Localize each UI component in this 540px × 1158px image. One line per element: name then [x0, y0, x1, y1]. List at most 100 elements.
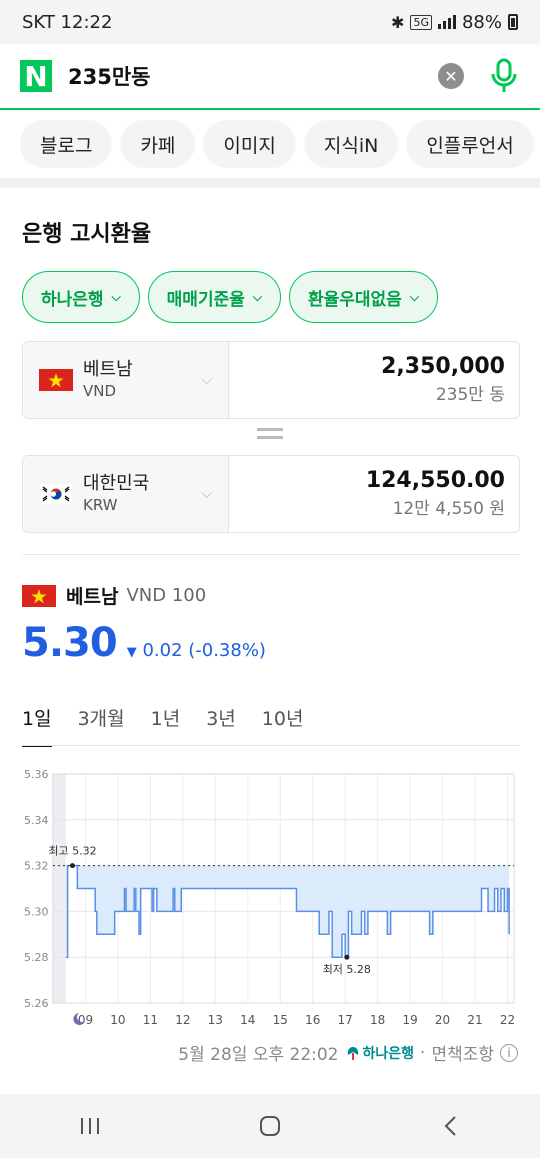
chart-low-label: 최저 5.28 — [323, 963, 371, 976]
home-icon[interactable] — [250, 1106, 290, 1146]
tab-3months[interactable]: 3개월 — [78, 700, 125, 747]
chart-high-point — [69, 863, 75, 869]
chart-y-tick: 5.34 — [24, 814, 49, 827]
chart-footer: 5월 28일 오후 22:02 하나은행 · 면책조항 i — [178, 1040, 518, 1065]
bank-select[interactable]: 하나은행 ⌵ — [22, 271, 140, 323]
rate-change: ▼ 0.02 (-0.38%) — [127, 640, 266, 661]
tab-kin[interactable]: 지식iN — [303, 120, 399, 168]
tab-image[interactable]: 이미지 — [203, 120, 296, 168]
filter-row: 하나은행 ⌵ 매매기준율 ⌵ 환율우대없음 ⌵ — [22, 271, 438, 323]
chevron-down-icon: ⌵ — [201, 372, 212, 388]
vietnam-flag-icon — [39, 369, 73, 391]
to-amount-field[interactable]: 124,550.00 12만 4,550 원 — [229, 456, 519, 532]
chart-y-tick: 5.30 — [24, 905, 49, 918]
from-amount: 2,350,000 — [381, 354, 505, 379]
chart-x-tick: 16 — [305, 1013, 320, 1027]
chart-x-tick: 10 — [110, 1013, 125, 1027]
chart-y-tick: 5.32 — [24, 860, 49, 873]
rate-header: 베트남 VND 100 — [22, 582, 206, 609]
section-divider — [0, 178, 540, 188]
hana-bank-logo: 하나은행 — [345, 1043, 415, 1063]
chart-x-tick: 17 — [338, 1013, 353, 1027]
chart-y-tick: 5.28 — [24, 951, 49, 964]
chart-x-tick: 19 — [402, 1013, 417, 1027]
rate-change-value: 0.02 (-0.38%) — [142, 640, 266, 661]
chart-y-tick: 5.36 — [24, 768, 49, 781]
back-icon[interactable] — [430, 1106, 470, 1146]
chevron-down-icon: ⌵ — [409, 289, 419, 304]
down-triangle-icon: ▼ — [126, 645, 137, 660]
chart-y-tick: 5.26 — [24, 997, 49, 1010]
chart-x-tick: 20 — [435, 1013, 450, 1027]
vietnam-flag-icon — [22, 584, 56, 607]
clear-icon[interactable]: ✕ — [438, 63, 464, 89]
rate-value: 5.30 — [22, 620, 118, 666]
naver-logo[interactable]: N — [20, 60, 52, 93]
tab-1year[interactable]: 1년 — [151, 700, 181, 747]
signal-icon — [437, 15, 456, 29]
tab-blog[interactable]: 블로그 — [20, 120, 113, 168]
bank-label: 하나은행 — [41, 289, 104, 310]
rate-type-select[interactable]: 매매기준율 ⌵ — [147, 271, 281, 323]
chart-high-label: 최고 5.32 — [48, 845, 96, 858]
tab-cafe[interactable]: 카페 — [120, 120, 196, 168]
separator: · — [420, 1042, 426, 1063]
discount-select[interactable]: 환율우대없음 ⌵ — [288, 271, 438, 323]
chevron-down-icon: ⌵ — [201, 486, 212, 502]
from-amount-field[interactable]: 2,350,000 235만 동 — [229, 342, 519, 418]
section-title: 은행 고시환율 — [22, 222, 152, 247]
chart-low-point — [344, 954, 350, 960]
recent-apps-icon[interactable] — [70, 1106, 110, 1146]
network-type: 5G — [410, 14, 432, 30]
chart-x-tick: 18 — [370, 1013, 385, 1027]
system-nav-bar — [0, 1094, 540, 1158]
chart-x-tick: 11 — [143, 1013, 158, 1027]
search-input[interactable]: 235만동 — [68, 61, 438, 91]
tab-1day[interactable]: 1일 — [22, 700, 52, 747]
from-amount-words: 235만 동 — [435, 385, 505, 405]
search-tabs: 블로그 카페 이미지 지식iN 인플루언서 — [0, 112, 540, 176]
from-currency-name: 베트남 — [83, 359, 133, 380]
chevron-down-icon: ⌵ — [252, 289, 262, 304]
rate-unit: VND 100 — [126, 585, 207, 606]
from-currency-select[interactable]: 베트남 VND ⌵ — [23, 342, 229, 418]
to-amount: 124,550.00 — [365, 468, 505, 493]
to-currency-row: 대한민국 KRW ⌵ 124,550.00 12만 4,550 원 — [22, 455, 520, 533]
chart-x-tick: 13 — [208, 1013, 223, 1027]
battery-icon — [508, 14, 518, 30]
chevron-down-icon: ⌵ — [111, 289, 121, 304]
bank-name: 하나은행 — [362, 1045, 415, 1062]
equals-icon — [257, 428, 283, 442]
disclaimer-link[interactable]: 면책조항 — [431, 1040, 494, 1065]
to-currency-name: 대한민국 — [83, 473, 150, 494]
tab-10years[interactable]: 10년 — [262, 700, 304, 747]
update-timestamp: 5월 28일 오후 22:02 — [178, 1045, 339, 1065]
battery-level: 88% — [461, 11, 502, 33]
to-currency-select[interactable]: 대한민국 KRW ⌵ — [23, 456, 229, 532]
status-icons: ✱ 5G 88% — [391, 12, 518, 33]
search-bar: N 235만동 ✕ — [0, 44, 540, 110]
to-amount-words: 12만 4,550 원 — [392, 499, 505, 519]
tab-influencer[interactable]: 인플루언서 — [406, 120, 534, 168]
mic-icon[interactable] — [488, 56, 520, 96]
status-time: SKT 12:22 — [22, 11, 113, 33]
period-tabs: 1일 3개월 1년 3년 10년 — [22, 700, 329, 747]
from-currency-row: 베트남 VND ⌵ 2,350,000 235만 동 — [22, 341, 520, 419]
chart-night-area — [53, 774, 66, 1003]
chart-x-tick: 12 — [175, 1013, 190, 1027]
status-bar: SKT 12:22 ✱ 5G 88% — [0, 0, 540, 44]
to-currency-code: KRW — [83, 496, 118, 514]
rate-country: 베트남 — [66, 586, 119, 608]
chart-x-tick: 22 — [500, 1013, 515, 1027]
chart-x-tick: 15 — [273, 1013, 288, 1027]
from-currency-code: VND — [83, 382, 117, 400]
chart-x-tick: 21 — [467, 1013, 482, 1027]
rate-type-label: 매매기준율 — [166, 289, 245, 310]
tab-3years[interactable]: 3년 — [206, 700, 236, 747]
rate-row: 5.30 ▼ 0.02 (-0.38%) — [22, 620, 266, 666]
info-icon[interactable]: i — [500, 1043, 518, 1062]
discount-label: 환율우대없음 — [307, 289, 402, 310]
korea-flag-icon — [39, 483, 73, 505]
rate-chart[interactable]: 5.365.345.325.305.285.2609 10 11 12 13 14 15 16… — [0, 752, 540, 1042]
bluetooth-icon: ✱ — [391, 12, 405, 32]
